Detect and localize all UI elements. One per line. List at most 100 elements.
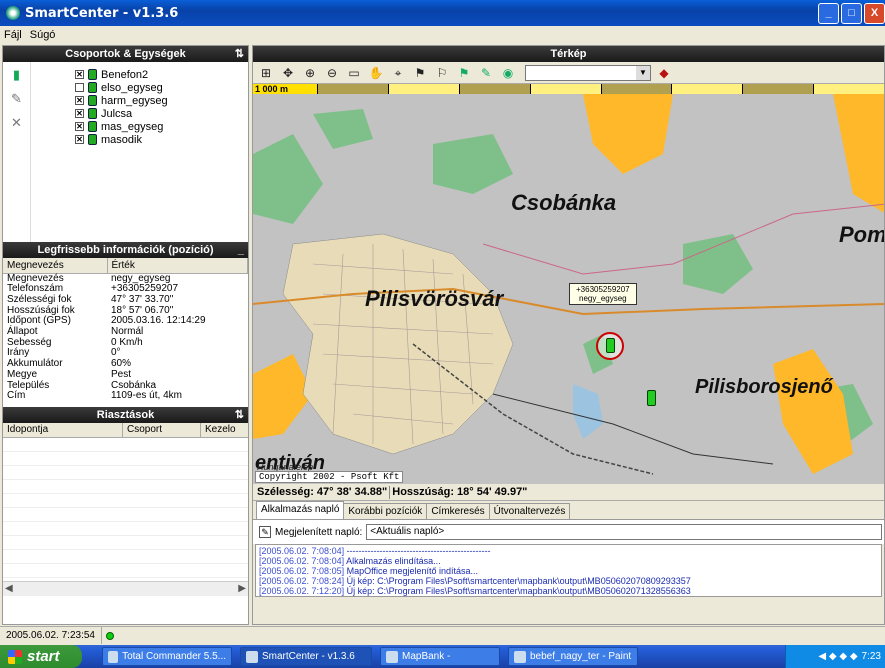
map-view[interactable]: Csobánka Pilisvörösvár Pilisborosjenő Po… bbox=[253, 94, 884, 484]
tree-item-label: Benefon2 bbox=[101, 68, 149, 81]
zoom-extent-icon[interactable]: ⊞ bbox=[257, 64, 275, 82]
zoom-in-icon[interactable]: ⊕ bbox=[301, 64, 319, 82]
center-icon[interactable]: ⌖ bbox=[389, 64, 407, 82]
phone-icon bbox=[88, 121, 97, 132]
info-row: Cím 1109-es út, 4km bbox=[3, 391, 248, 402]
globe-icon[interactable]: ◉ bbox=[499, 64, 517, 82]
horizontal-scrollbar[interactable]: ◀ ▶ bbox=[3, 580, 248, 596]
start-button[interactable]: start bbox=[0, 645, 82, 668]
checkbox[interactable] bbox=[75, 83, 84, 92]
info-row: Sebesség 0 Km/h bbox=[3, 337, 248, 349]
info-key: Szélességi fok bbox=[7, 293, 72, 305]
checkbox[interactable]: ✕ bbox=[75, 109, 84, 118]
tab-address-search[interactable]: Címkeresés bbox=[426, 503, 490, 519]
column-header-group[interactable]: Csoport bbox=[123, 422, 201, 437]
tray-icons[interactable]: ◀ ◆ ◆ ◆ bbox=[818, 651, 857, 662]
separator bbox=[389, 485, 391, 499]
tree-item[interactable]: ✕ Benefon2 bbox=[75, 68, 168, 81]
menu-file[interactable]: Fájl bbox=[4, 29, 22, 41]
phone-icon[interactable]: ▮ bbox=[10, 68, 24, 82]
close-button[interactable]: X bbox=[864, 3, 885, 24]
log-select[interactable]: <Aktuális napló> bbox=[366, 524, 882, 540]
groups-side-toolbar: ▮ ✎ ✕ bbox=[3, 62, 31, 242]
phone-icon bbox=[88, 69, 97, 80]
alarms-title: Riasztások bbox=[96, 408, 155, 421]
maximize-button[interactable]: □ bbox=[841, 3, 862, 24]
info-rows: Megnevezés negy_egyseg Telefonszám +3630525… bbox=[3, 273, 248, 402]
pan-arrows-icon[interactable]: ✥ bbox=[279, 64, 297, 82]
alarms-list[interactable] bbox=[3, 437, 248, 581]
column-header-time[interactable]: Idopontja bbox=[3, 422, 123, 437]
app-icon bbox=[6, 6, 20, 20]
scale-segment bbox=[671, 84, 743, 94]
eraser-icon[interactable]: ◆ bbox=[655, 64, 673, 82]
map-copyright: Copyright 2002 - Psoft Kft bbox=[255, 471, 404, 483]
system-tray: ◀ ◆ ◆ ◆ 7:23 bbox=[785, 645, 885, 668]
groups-header: Csoportok & Egységek ⇅ bbox=[3, 46, 248, 62]
map-label-pom: Pom bbox=[839, 222, 884, 247]
tree-item[interactable]: elso_egyseg bbox=[75, 81, 168, 94]
tree-item[interactable]: ✕ mas_egyseg bbox=[75, 120, 168, 133]
start-label: start bbox=[27, 648, 60, 665]
groups-tree-area: ▮ ✎ ✕ ✕ Benefon2 elso_egyseg ✕ harm_egyseg… bbox=[3, 62, 248, 242]
task-paint[interactable]: bebef_nagy_ter - Paint bbox=[508, 647, 638, 666]
log-line: [2005.06.02. 7:08:05] MapOffice megjelen… bbox=[259, 566, 878, 576]
task-mapbank[interactable]: MapBank - bbox=[380, 647, 500, 666]
hand-icon[interactable]: ✋ bbox=[367, 64, 385, 82]
column-header-name[interactable]: Megnevezés bbox=[3, 258, 108, 274]
delete-icon[interactable]: ✕ bbox=[10, 116, 24, 130]
task-smartcenter[interactable]: SmartCenter - v1.3.6 bbox=[240, 647, 372, 666]
checkbox[interactable]: ✕ bbox=[75, 70, 84, 79]
bottom-tabs: Alkalmazás napló Korábbi pozíciók Címker… bbox=[253, 501, 884, 520]
tab-route-planning[interactable]: Útvonaltervezés bbox=[488, 503, 571, 519]
phone-icon bbox=[88, 108, 97, 119]
refresh-icon[interactable]: ⇅ bbox=[235, 407, 244, 423]
column-header-operator[interactable]: Kezelo bbox=[201, 423, 247, 437]
refresh-icon[interactable]: ⇅ bbox=[235, 46, 244, 62]
edit-icon[interactable]: ✎ bbox=[10, 92, 24, 106]
log-timestamp: [2005.06.02. 7:12:20] bbox=[259, 586, 345, 596]
checkbox[interactable]: ✕ bbox=[75, 96, 84, 105]
clock[interactable]: 7:23 bbox=[862, 651, 881, 662]
tab-previous-positions[interactable]: Korábbi pozíciók bbox=[343, 503, 428, 519]
groups-title: Csoportok & Egységek bbox=[65, 48, 186, 60]
scale-label: 1 000 m bbox=[253, 84, 317, 94]
map-panel: Térkép ⊞ ✥ ⊕ ⊖ ▭ ✋ ⌖ ⚑ ⚐ ⚑ ✎ ◉ ▼ ◆ 1 000… bbox=[252, 45, 885, 625]
app-icon bbox=[386, 650, 398, 663]
log-timestamp: [2005.06.02. 7:08:05] bbox=[259, 566, 345, 576]
task-total-commander[interactable]: Total Commander 5.5... bbox=[102, 647, 232, 666]
log-timestamp: [2005.06.02. 7:08:04] bbox=[259, 546, 345, 556]
log-area[interactable]: [2005.06.02. 7:08:04] ------------------… bbox=[255, 544, 882, 597]
scroll-left-icon[interactable]: ◀ bbox=[5, 583, 13, 594]
log-line: [2005.06.02. 7:08:04] ------------------… bbox=[259, 546, 878, 556]
chevron-down-icon[interactable]: ▼ bbox=[636, 65, 650, 80]
column-header-value[interactable]: Érték bbox=[107, 258, 248, 274]
phone-icon bbox=[88, 82, 97, 93]
flag-icon[interactable]: ⚑ bbox=[411, 64, 429, 82]
pencil-icon[interactable]: ✎ bbox=[477, 64, 495, 82]
tree-item[interactable]: ✕ masodik bbox=[75, 133, 168, 146]
checkbox[interactable]: ✕ bbox=[75, 135, 84, 144]
unit-marker[interactable] bbox=[647, 390, 656, 406]
green-flag-icon[interactable]: ⚑ bbox=[455, 64, 473, 82]
checkbox[interactable]: ✕ bbox=[75, 122, 84, 131]
menu-help[interactable]: Súgó bbox=[30, 29, 56, 41]
tooltip-unit: negy_egyseg bbox=[579, 294, 627, 303]
map-select[interactable]: ▼ bbox=[525, 64, 651, 81]
scale-segment bbox=[529, 84, 601, 94]
tree-item[interactable]: ✕ harm_egyseg bbox=[75, 94, 168, 107]
collapse-icon[interactable]: _ bbox=[238, 242, 244, 258]
tab-app-log[interactable]: Alkalmazás napló bbox=[256, 501, 345, 519]
flag-outline-icon[interactable]: ⚐ bbox=[433, 64, 451, 82]
log-icon[interactable]: ✎ bbox=[259, 526, 271, 538]
selected-unit-marker[interactable] bbox=[596, 332, 624, 360]
scroll-right-icon[interactable]: ▶ bbox=[238, 583, 246, 594]
zoom-window-icon[interactable]: ▭ bbox=[345, 64, 363, 82]
zoom-out-icon[interactable]: ⊖ bbox=[323, 64, 341, 82]
minimize-button[interactable]: _ bbox=[818, 3, 839, 24]
log-line: [2005.06.02. 7:08:24] Új kép: C:\Program… bbox=[259, 576, 878, 586]
tree-item[interactable]: ✕ Julcsa bbox=[75, 107, 168, 120]
left-panel: Csoportok & Egységek ⇅ ▮ ✎ ✕ ✕ Benefon2 e… bbox=[2, 45, 249, 625]
window-controls: _ □ X bbox=[818, 3, 885, 24]
map-toolbar: ⊞ ✥ ⊕ ⊖ ▭ ✋ ⌖ ⚑ ⚐ ⚑ ✎ ◉ ▼ ◆ bbox=[253, 62, 884, 84]
